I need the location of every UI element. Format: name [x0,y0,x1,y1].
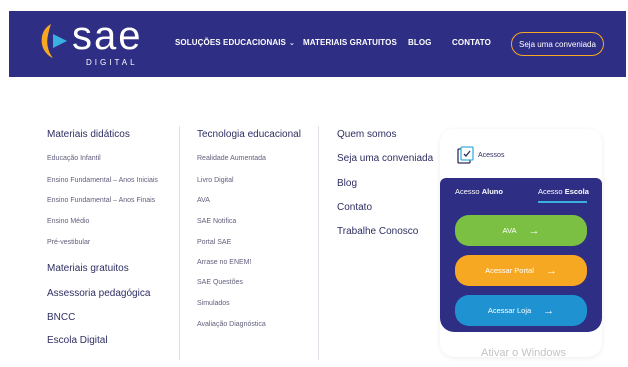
acessar-portal-button[interactable]: Acessar Portal → [455,255,587,286]
menu-title-bncc[interactable]: BNCC [47,312,75,323]
tab-acesso-aluno[interactable]: Acesso Aluno [455,187,503,196]
access-title: Acessos [478,152,505,159]
menu-title-escola-digital[interactable]: Escola Digital [47,335,108,346]
acessar-loja-button[interactable]: Acessar Loja → [455,295,587,326]
menu-title-materiais-didaticos[interactable]: Materiais didáticos [47,129,130,140]
menu-link-sae-questoes[interactable]: SAE Questões [197,279,243,286]
menu-title-materiais-gratuitos[interactable]: Materiais gratuitos [47,263,129,274]
access-icon [457,146,474,164]
windows-activation-watermark: Ativar o Windows [481,347,566,359]
column-divider [179,126,180,360]
menu-link-trabalhe-conosco[interactable]: Trabalhe Conosco [337,226,418,237]
nav-solucoes-educacionais[interactable]: SOLUÇÕES EDUCACIONAIS ⌄ [175,38,295,47]
sae-logo[interactable]: sae DIGITAL [38,14,158,72]
menu-link-sae-notifica[interactable]: SAE Notifica [197,218,236,225]
nav-materiais-gratuitos[interactable]: MATERIAIS GRATUITOS [303,38,397,47]
menu-link-arrase-enem[interactable]: Arrase no ENEM! [197,259,251,266]
menu-link-seja-conveniada[interactable]: Seja uma conveniada [337,153,433,164]
menu-link-quem-somos[interactable]: Quem somos [337,129,396,140]
menu-title-assessoria-pedagogica[interactable]: Assessoria pedagógica [47,288,150,299]
menu-link-pre-vestibular[interactable]: Pré-vestibular [47,239,90,246]
menu-link-ensino-medio[interactable]: Ensino Médio [47,218,89,225]
active-tab-indicator [538,201,587,203]
page: sae DIGITAL SOLUÇÕES EDUCACIONAIS ⌄ MATER… [0,0,628,367]
nav-blog[interactable]: BLOG [408,38,432,47]
tab-escola-prefix: Acesso [538,187,565,196]
menu-link-contato[interactable]: Contato [337,202,372,213]
menu-link-realidade-aumentada[interactable]: Realidade Aumentada [197,155,266,162]
ava-button-label: AVA [502,226,517,235]
arrow-right-icon: → [545,264,557,277]
chevron-down-icon: ⌄ [289,40,295,47]
loja-button-label: Acessar Loja [487,306,532,315]
menu-link-fundamental-finais[interactable]: Ensino Fundamental – Anos Finais [47,197,155,204]
nav-contato[interactable]: CONTATO [452,38,491,47]
menu-link-blog[interactable]: Blog [337,178,357,189]
tab-acesso-escola[interactable]: Acesso Escola [538,187,589,196]
tab-aluno-prefix: Acesso [455,187,482,196]
column-divider [318,126,319,360]
menu-link-portal-sae[interactable]: Portal SAE [197,239,231,246]
nav-solucoes-label: SOLUÇÕES EDUCACIONAIS [175,38,286,47]
menu-link-simulados[interactable]: Simulados [197,300,230,307]
menu-link-livro-digital[interactable]: Livro Digital [197,177,234,184]
logo-wordmark: sae [72,14,143,58]
menu-link-ava[interactable]: AVA [197,197,210,204]
menu-link-educacao-infantil[interactable]: Educação Infantil [47,155,101,162]
menu-link-fundamental-iniciais[interactable]: Ensino Fundamental – Anos Iniciais [47,177,158,184]
ava-button[interactable]: AVA → [455,215,587,246]
tab-escola-label: Escola [564,187,589,196]
portal-button-label: Acessar Portal [485,266,534,275]
seja-conveniada-button[interactable]: Seja uma conveniada [511,32,604,56]
tab-aluno-label: Aluno [481,187,503,196]
menu-link-avaliacao-diagnostica[interactable]: Avaliação Diagnóstica [197,321,266,328]
logo-subtitle: DIGITAL [86,58,138,67]
arrow-right-icon: → [528,224,540,237]
arrow-right-icon: → [543,304,555,317]
site-header: sae DIGITAL SOLUÇÕES EDUCACIONAIS ⌄ MATER… [9,11,626,77]
logo-mark-icon [41,24,67,58]
menu-title-tecnologia-educacional[interactable]: Tecnologia educacional [197,129,301,140]
